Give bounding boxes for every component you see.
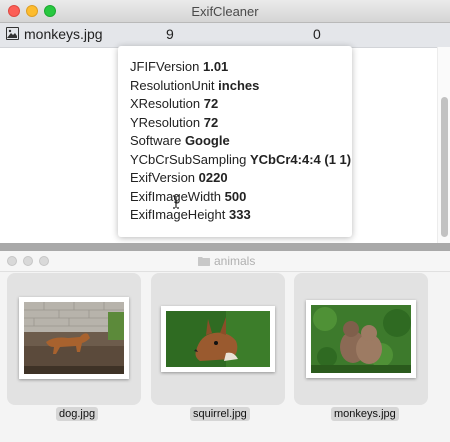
titlebar[interactable]: ExifCleaner — [0, 0, 450, 23]
exifcleaner-window: ExifCleaner monkeys.jpg 9 0 JFIFVersion … — [0, 0, 450, 243]
meta-row-ycbcr-subsampling: YCbCrSubSampling YCbCr4:4:4 (1 1) — [130, 152, 352, 171]
window-title: ExifCleaner — [191, 4, 259, 19]
meta-value: YCbCr4:4:4 (1 1) — [249, 151, 352, 167]
meta-key: XResolution — [130, 96, 201, 111]
meta-value: Google — [184, 133, 230, 148]
dog-photo — [24, 302, 124, 374]
minimize-button[interactable] — [23, 256, 33, 266]
file-tile-monkeys[interactable] — [294, 273, 428, 405]
finder-window: animals dog.jpg squirrel.jpg monkeys.jpg — [0, 251, 450, 442]
meta-value: 500 — [224, 188, 247, 204]
meta-key: YResolution — [130, 114, 201, 130]
meta-value: 0220 — [198, 170, 228, 185]
file-tile-squirrel[interactable] — [151, 273, 285, 405]
meta-key: YCbCrSubSampling — [130, 151, 247, 167]
text-cursor-icon — [173, 195, 179, 209]
meta-value: 333 — [229, 207, 251, 222]
meta-row-x-resolution: XResolution 72 — [130, 96, 352, 115]
finder-title: animals — [214, 254, 256, 268]
meta-key: ExifVersion — [130, 170, 196, 185]
folder-icon — [198, 257, 210, 266]
file-name: monkeys.jpg — [24, 26, 103, 42]
meta-key: Software — [130, 133, 182, 148]
meta-value: 72 — [203, 114, 219, 130]
squirrel-thumbnail — [161, 306, 275, 372]
exif-count-before: 9 — [166, 26, 174, 42]
meta-row-exif-version: ExifVersion 0220 — [130, 170, 352, 189]
meta-row-resolution-unit: ResolutionUnit inches — [130, 78, 352, 97]
meta-value: 72 — [203, 96, 219, 111]
monkeys-photo — [311, 305, 411, 373]
dog-thumbnail — [19, 297, 129, 379]
meta-row-exif-image-width: ExifImageWidth 500 — [130, 189, 352, 208]
meta-key: JFIFVersion — [130, 59, 200, 74]
meta-row-y-resolution: YResolution 72 — [130, 115, 352, 134]
meta-value: inches — [218, 77, 260, 93]
file-row[interactable]: monkeys.jpg 9 0 — [0, 23, 450, 48]
close-button[interactable] — [7, 256, 17, 266]
monkeys-thumbnail — [306, 300, 416, 378]
squirrel-photo — [166, 311, 270, 367]
meta-row-exif-image-height: ExifImageHeight 333 — [130, 207, 352, 226]
exif-count-after: 0 — [313, 26, 321, 42]
meta-value: 1.01 — [202, 59, 229, 74]
scrollbar-thumb[interactable] — [441, 97, 448, 237]
meta-key: ResolutionUnit — [130, 77, 215, 93]
meta-row-jfif-version: JFIFVersion 1.01 — [130, 59, 352, 78]
image-file-icon — [6, 27, 19, 40]
file-label-monkeys[interactable]: monkeys.jpg — [331, 407, 399, 421]
file-label-dog[interactable]: dog.jpg — [56, 407, 99, 421]
file-label-squirrel[interactable]: squirrel.jpg — [190, 407, 250, 421]
maximize-button[interactable] — [39, 256, 49, 266]
meta-row-software: Software Google — [130, 133, 352, 152]
finder-titlebar[interactable]: animals — [0, 251, 450, 272]
meta-key: ExifImageHeight — [130, 207, 226, 222]
exif-tooltip: JFIFVersion 1.01 ResolutionUnit inches X… — [118, 46, 352, 237]
file-tile-dog[interactable] — [7, 273, 141, 405]
